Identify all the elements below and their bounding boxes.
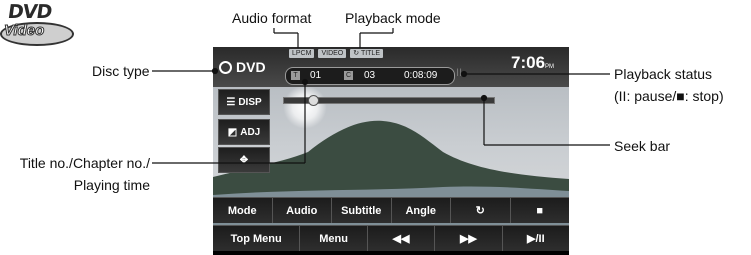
playback-status-dot	[460, 70, 468, 78]
disc-type-dot	[211, 67, 219, 75]
title-chapter-dot	[301, 78, 309, 86]
callout-lines	[152, 28, 610, 164]
seek-bar-dot	[480, 94, 488, 102]
